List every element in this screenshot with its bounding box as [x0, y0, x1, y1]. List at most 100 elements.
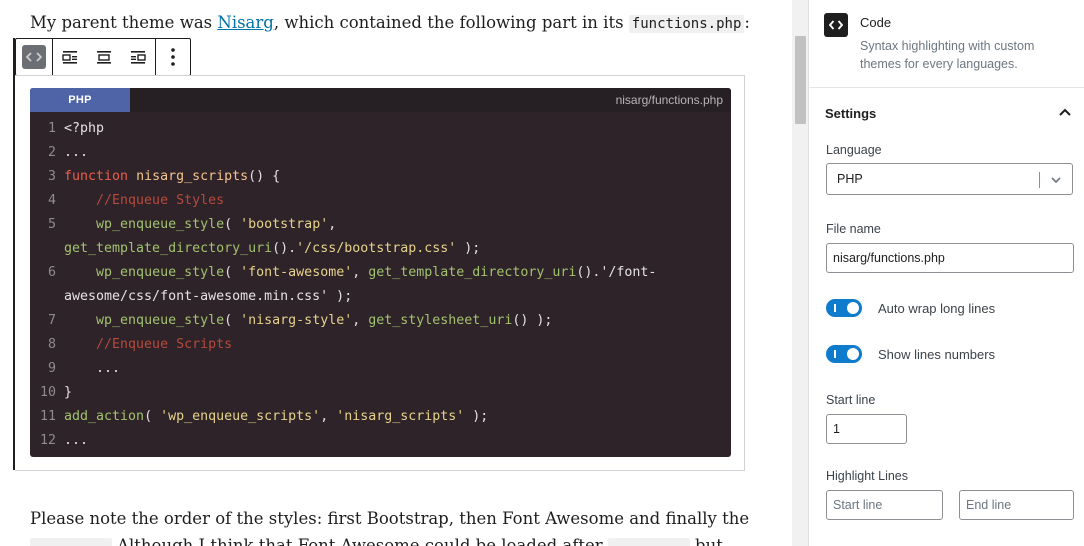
line-numbers-label: Show lines numbers [878, 346, 996, 362]
editor-scrollbar[interactable] [792, 0, 809, 546]
settings-panel-title[interactable]: Settings [825, 106, 876, 121]
code-line[interactable]: 10} [30, 381, 731, 405]
line-number: 11 [39, 409, 56, 424]
code-lines[interactable]: 1 <?php 2... 3 function nisarg_scripts() { 4 … [30, 112, 731, 453]
start-line-label: Start line [826, 393, 876, 407]
chevron-down-icon[interactable] [1049, 173, 1063, 190]
code-text: function nisarg_scripts() { [64, 169, 281, 184]
chevron-up-icon[interactable] [1056, 104, 1074, 122]
code-block-icon[interactable] [22, 45, 46, 69]
editor-canvas: My parent theme was Nisarg, which contai… [0, 0, 792, 546]
code-text: wp_enqueue_style( 'nisarg-style', get_st… [96, 313, 553, 328]
language-badge: PHP [30, 88, 130, 112]
code-line[interactable]: 4 //Enqueue Styles [30, 189, 731, 213]
para-text-before: My parent theme was [30, 13, 218, 32]
code-line[interactable]: 8 //Enqueue Scripts [30, 333, 731, 357]
para-text-after: : [744, 13, 750, 32]
code-block[interactable]: PHP nisarg/functions.php 1 <?php 2... 3 func… [30, 88, 731, 457]
line-numbers-row[interactable]: Show lines numbers [826, 345, 995, 363]
settings-sidebar: Code Syntax highlighting with custom the… [810, 0, 1084, 546]
toggle-knob [847, 348, 859, 360]
align-right-icon[interactable] [121, 39, 155, 75]
code-line[interactable]: get_template_directory_uri().'/css/boots… [30, 237, 731, 261]
more-options-icon[interactable] [156, 39, 190, 75]
inline-code-cut-2: bootstrap [607, 538, 690, 546]
code-text: //Enqueue Scripts [64, 337, 233, 352]
nisarg-link[interactable]: Nisarg [217, 13, 273, 32]
block-card-title: Code [860, 15, 892, 30]
code-text: ... [64, 433, 89, 448]
line-number: 9 [47, 361, 56, 376]
code-line[interactable]: 5 wp_enqueue_style( 'bootstrap', [30, 213, 731, 237]
line-number: 12 [39, 433, 56, 448]
code-text: wp_enqueue_style( 'font-awesome', get_te… [96, 265, 657, 280]
filename-input[interactable] [826, 243, 1074, 273]
line-number: 8 [47, 337, 56, 352]
highlight-lines-label: Highlight Lines [826, 469, 908, 483]
language-select[interactable]: PHP [826, 163, 1073, 195]
highlight-end-input[interactable] [959, 490, 1074, 520]
code-line[interactable]: 2... [30, 141, 731, 165]
start-line-input[interactable] [826, 414, 907, 444]
cut-tail: but [695, 536, 723, 546]
auto-wrap-toggle[interactable] [826, 299, 862, 317]
toggle-on-mark [834, 304, 836, 312]
language-select-value: PHP [837, 172, 863, 186]
code-text: ... [64, 361, 121, 376]
toggle-on-mark [834, 350, 836, 358]
para-text-middle: , which contained the following part in … [273, 13, 629, 32]
align-left-icon[interactable] [53, 39, 87, 75]
code-line[interactable]: 7 wp_enqueue_style( 'nisarg-style', get_… [30, 309, 731, 333]
paragraph-cut-off: bootstrap Although I think that Font Awe… [30, 536, 723, 546]
code-text: awesome/css/font-awesome.min.css' ); [64, 289, 353, 304]
code-text: } [64, 385, 73, 400]
block-toolbar [15, 38, 191, 76]
filename-field-label: File name [826, 222, 881, 236]
inline-code-cut: bootstrap [30, 538, 112, 546]
code-text: add_action( 'wp_enqueue_scripts', 'nisar… [64, 409, 489, 424]
line-number: 4 [47, 193, 56, 208]
alignment-group [53, 39, 156, 75]
toggle-knob [847, 302, 859, 314]
line-number: 3 [47, 169, 56, 184]
line-number: 5 [47, 217, 56, 232]
code-line[interactable]: 12... [30, 429, 731, 453]
code-line[interactable]: 6 wp_enqueue_style( 'font-awesome', get_… [30, 261, 731, 285]
code-line[interactable]: 11 add_action( 'wp_enqueue_scripts', 'nis… [30, 405, 731, 429]
line-number: 10 [39, 385, 56, 400]
highlight-start-input[interactable] [826, 490, 943, 520]
auto-wrap-row[interactable]: Auto wrap long lines [826, 299, 995, 317]
line-number [30, 237, 64, 261]
code-header: PHP nisarg/functions.php [30, 88, 731, 112]
line-number: 6 [47, 265, 56, 280]
line-number: 1 [47, 121, 56, 136]
code-text: wp_enqueue_style( 'bootstrap', [96, 217, 337, 232]
select-separator [1039, 172, 1040, 188]
block-switcher-group [16, 39, 53, 75]
inline-code-functions: functions.php [628, 15, 745, 33]
scrollbar-thumb[interactable] [795, 36, 806, 124]
auto-wrap-label: Auto wrap long lines [878, 300, 996, 316]
code-text: <?php [64, 121, 105, 136]
language-label: Language [826, 143, 882, 157]
line-number [30, 285, 64, 309]
block-card-description: Syntax highlighting with custom themes f… [860, 39, 1035, 71]
paragraph-intro[interactable]: My parent theme was Nisarg, which contai… [30, 13, 750, 33]
more-group [156, 39, 190, 75]
code-icon [824, 13, 848, 37]
code-line[interactable]: 3 function nisarg_scripts() { [30, 165, 731, 189]
code-text: //Enqueue Styles [64, 193, 225, 208]
paragraph-styles-order[interactable]: Please note the order of the styles: fir… [30, 509, 749, 528]
cut-text: Although I think that Font Awesome could… [117, 536, 603, 546]
filename-label: nisarg/functions.php [615, 93, 723, 107]
align-center-icon[interactable] [87, 39, 121, 75]
code-text: ... [64, 145, 89, 160]
code-line[interactable]: awesome/css/font-awesome.min.css' ); [30, 285, 731, 309]
line-number: 7 [47, 313, 56, 328]
block-card: Code Syntax highlighting with custom the… [810, 0, 1084, 88]
code-line[interactable]: 1 <?php [30, 117, 731, 141]
code-line[interactable]: 9 ... [30, 357, 731, 381]
line-numbers-toggle[interactable] [826, 345, 862, 363]
line-number: 2 [47, 145, 56, 160]
code-text: get_template_directory_uri().'/css/boots… [64, 241, 481, 256]
